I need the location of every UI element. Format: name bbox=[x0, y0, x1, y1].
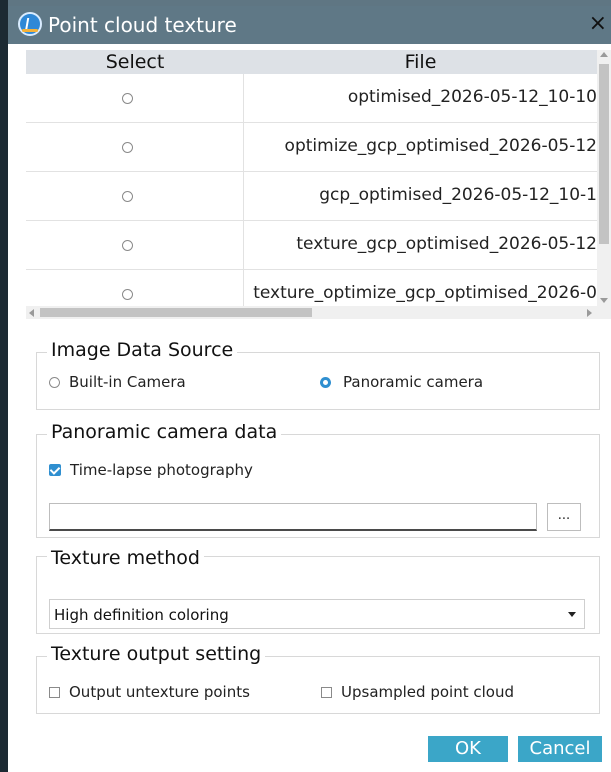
scroll-down-arrow-icon[interactable] bbox=[600, 298, 608, 303]
file-cell: texture_optimize_gcp_optimised_2026-0 bbox=[244, 270, 597, 306]
ok-button[interactable]: OK bbox=[428, 736, 508, 762]
scroll-left-arrow-icon[interactable] bbox=[29, 309, 34, 317]
table-body: optimised_2026-05-12_10-10 optimize_gcp_… bbox=[26, 74, 597, 306]
horizontal-scrollbar[interactable] bbox=[26, 306, 611, 319]
radio-selected-icon[interactable] bbox=[320, 376, 331, 388]
checkbox-checked-icon[interactable] bbox=[49, 464, 61, 476]
horizontal-scroll-thumb[interactable] bbox=[40, 308, 312, 317]
option-label: Time-lapse photography bbox=[70, 461, 253, 479]
file-cell: optimize_gcp_optimised_2026-05-12 bbox=[244, 123, 597, 172]
table-row[interactable]: gcp_optimised_2026-05-12_10-1 bbox=[26, 172, 597, 221]
window-title: Point cloud texture bbox=[48, 13, 237, 37]
texture-method-dropdown[interactable]: High definition coloring bbox=[49, 599, 585, 629]
file-name: optimize_gcp_optimised_2026-05-12 bbox=[284, 136, 597, 156]
chevron-down-icon[interactable] bbox=[568, 612, 576, 617]
upsampled-point-cloud-checkbox[interactable]: Upsampled point cloud bbox=[321, 683, 514, 701]
vertical-scroll-thumb[interactable] bbox=[599, 64, 609, 244]
row-select-radio[interactable] bbox=[122, 240, 133, 251]
file-table: Select File optimised_2026-05-12_10-10 o… bbox=[26, 50, 611, 319]
file-cell: gcp_optimised_2026-05-12_10-1 bbox=[244, 172, 597, 221]
option-label: Upsampled point cloud bbox=[341, 683, 514, 701]
radio-unselected-icon[interactable] bbox=[49, 376, 60, 388]
title-bar[interactable]: Point cloud texture × bbox=[8, 6, 611, 44]
file-name: gcp_optimised_2026-05-12_10-1 bbox=[319, 185, 597, 205]
image-path-input[interactable] bbox=[49, 503, 537, 531]
select-cell bbox=[26, 172, 244, 221]
panoramic-camera-data-group: Panoramic camera data Time-lapse photogr… bbox=[36, 421, 600, 538]
image-data-source-group: Image Data Source Built-in Camera Panora… bbox=[36, 339, 600, 410]
window-left-edge bbox=[0, 0, 8, 772]
vertical-scrollbar[interactable] bbox=[597, 50, 611, 306]
select-cell bbox=[26, 74, 244, 123]
panoramic-camera-option[interactable]: Panoramic camera bbox=[320, 373, 483, 391]
group-title: Texture method bbox=[47, 547, 204, 569]
table-row[interactable]: optimize_gcp_optimised_2026-05-12 bbox=[26, 123, 597, 172]
row-select-radio[interactable] bbox=[122, 191, 133, 202]
built-in-camera-option[interactable]: Built-in Camera bbox=[49, 373, 186, 391]
scroll-up-arrow-icon[interactable] bbox=[600, 52, 608, 57]
table-row[interactable]: texture_optimize_gcp_optimised_2026-0 bbox=[26, 270, 597, 306]
file-name: optimised_2026-05-12_10-10 bbox=[347, 87, 597, 107]
group-title: Image Data Source bbox=[47, 339, 238, 361]
file-cell: optimised_2026-05-12_10-10 bbox=[244, 74, 597, 123]
browse-button[interactable]: ... bbox=[547, 503, 581, 531]
option-label: Built-in Camera bbox=[69, 373, 186, 391]
select-cell bbox=[26, 270, 244, 306]
file-name: texture_optimize_gcp_optimised_2026-0 bbox=[253, 283, 597, 303]
cancel-button[interactable]: Cancel bbox=[518, 736, 602, 762]
checkbox-unchecked-icon[interactable] bbox=[321, 686, 332, 698]
group-title: Panoramic camera data bbox=[47, 421, 282, 443]
group-title: Texture output setting bbox=[47, 643, 266, 665]
row-select-radio[interactable] bbox=[122, 93, 133, 104]
file-cell: texture_gcp_optimised_2026-05-12 bbox=[244, 221, 597, 270]
row-select-radio[interactable] bbox=[122, 289, 133, 300]
table-row[interactable]: optimised_2026-05-12_10-10 bbox=[26, 74, 597, 123]
texture-output-setting-group: Texture output setting Output untexture … bbox=[36, 643, 600, 714]
option-label: Panoramic camera bbox=[343, 373, 484, 391]
column-header-select[interactable]: Select bbox=[26, 51, 244, 73]
dropdown-value: High definition coloring bbox=[54, 606, 229, 624]
app-logo-icon bbox=[18, 12, 42, 36]
file-name: texture_gcp_optimised_2026-05-12 bbox=[296, 234, 597, 254]
option-label: Output untexture points bbox=[69, 683, 250, 701]
table-row[interactable]: texture_gcp_optimised_2026-05-12 bbox=[26, 221, 597, 270]
output-untexture-points-checkbox[interactable]: Output untexture points bbox=[49, 683, 250, 701]
checkbox-unchecked-icon[interactable] bbox=[49, 686, 60, 698]
close-icon[interactable]: × bbox=[589, 11, 607, 36]
table-header: Select File bbox=[26, 50, 597, 74]
select-cell bbox=[26, 221, 244, 270]
time-lapse-checkbox[interactable]: Time-lapse photography bbox=[49, 461, 253, 479]
texture-method-group: Texture method High definition coloring bbox=[36, 547, 600, 634]
scroll-right-arrow-icon[interactable] bbox=[587, 309, 592, 317]
select-cell bbox=[26, 123, 244, 172]
column-header-file[interactable]: File bbox=[244, 51, 597, 73]
row-select-radio[interactable] bbox=[122, 142, 133, 153]
